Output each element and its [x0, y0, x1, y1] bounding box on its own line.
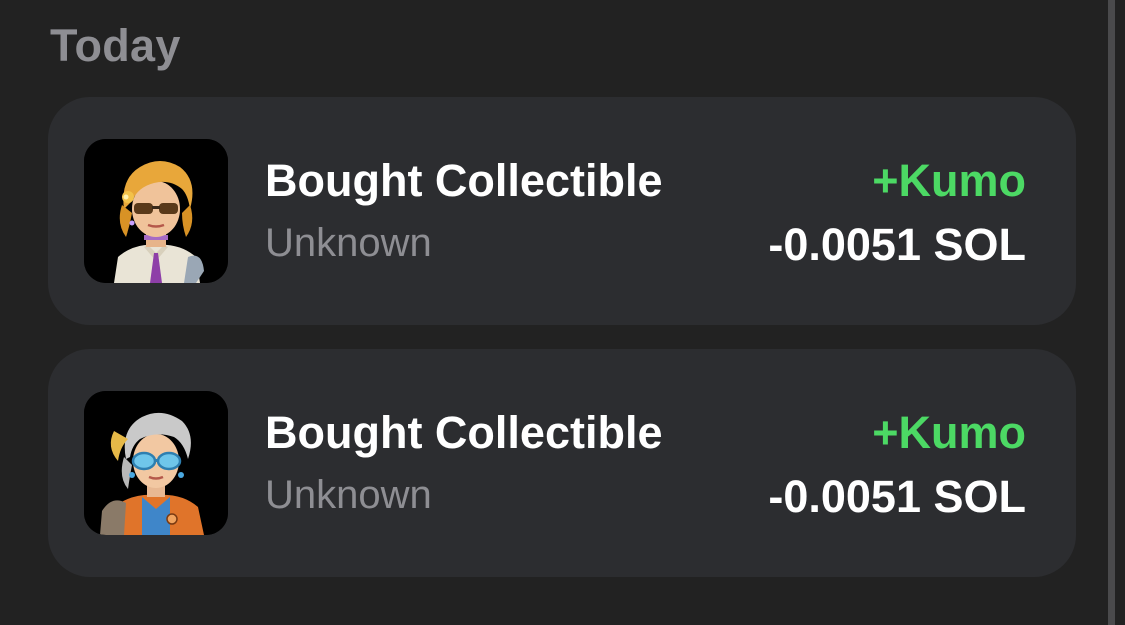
transaction-row[interactable]: Bought Collectible Unknown +Kumo -0.0051…	[48, 97, 1076, 325]
activity-screen: Today Bought Collectible Unknown +Kumo -…	[0, 0, 1125, 625]
transaction-amount: -0.0051 SOL	[768, 219, 1026, 270]
transaction-subtitle: Unknown	[265, 221, 432, 265]
transaction-title: Bought Collectible	[265, 407, 663, 458]
nft-blonde-sunglasses-avatar-icon	[84, 139, 228, 283]
transaction-gain: +Kumo	[872, 407, 1026, 458]
nft-thumbnail	[84, 391, 228, 535]
transaction-amount: -0.0051 SOL	[768, 471, 1026, 522]
transaction-row[interactable]: Bought Collectible Unknown +Kumo -0.0051…	[48, 349, 1076, 577]
nft-thumbnail	[84, 139, 228, 283]
transaction-gain: +Kumo	[872, 155, 1026, 206]
section-title-today: Today	[50, 20, 181, 71]
transaction-title: Bought Collectible	[265, 155, 663, 206]
nft-grey-hair-goggles-avatar-icon	[84, 391, 228, 535]
transaction-subtitle: Unknown	[265, 473, 432, 517]
scrollbar[interactable]	[1108, 0, 1115, 625]
